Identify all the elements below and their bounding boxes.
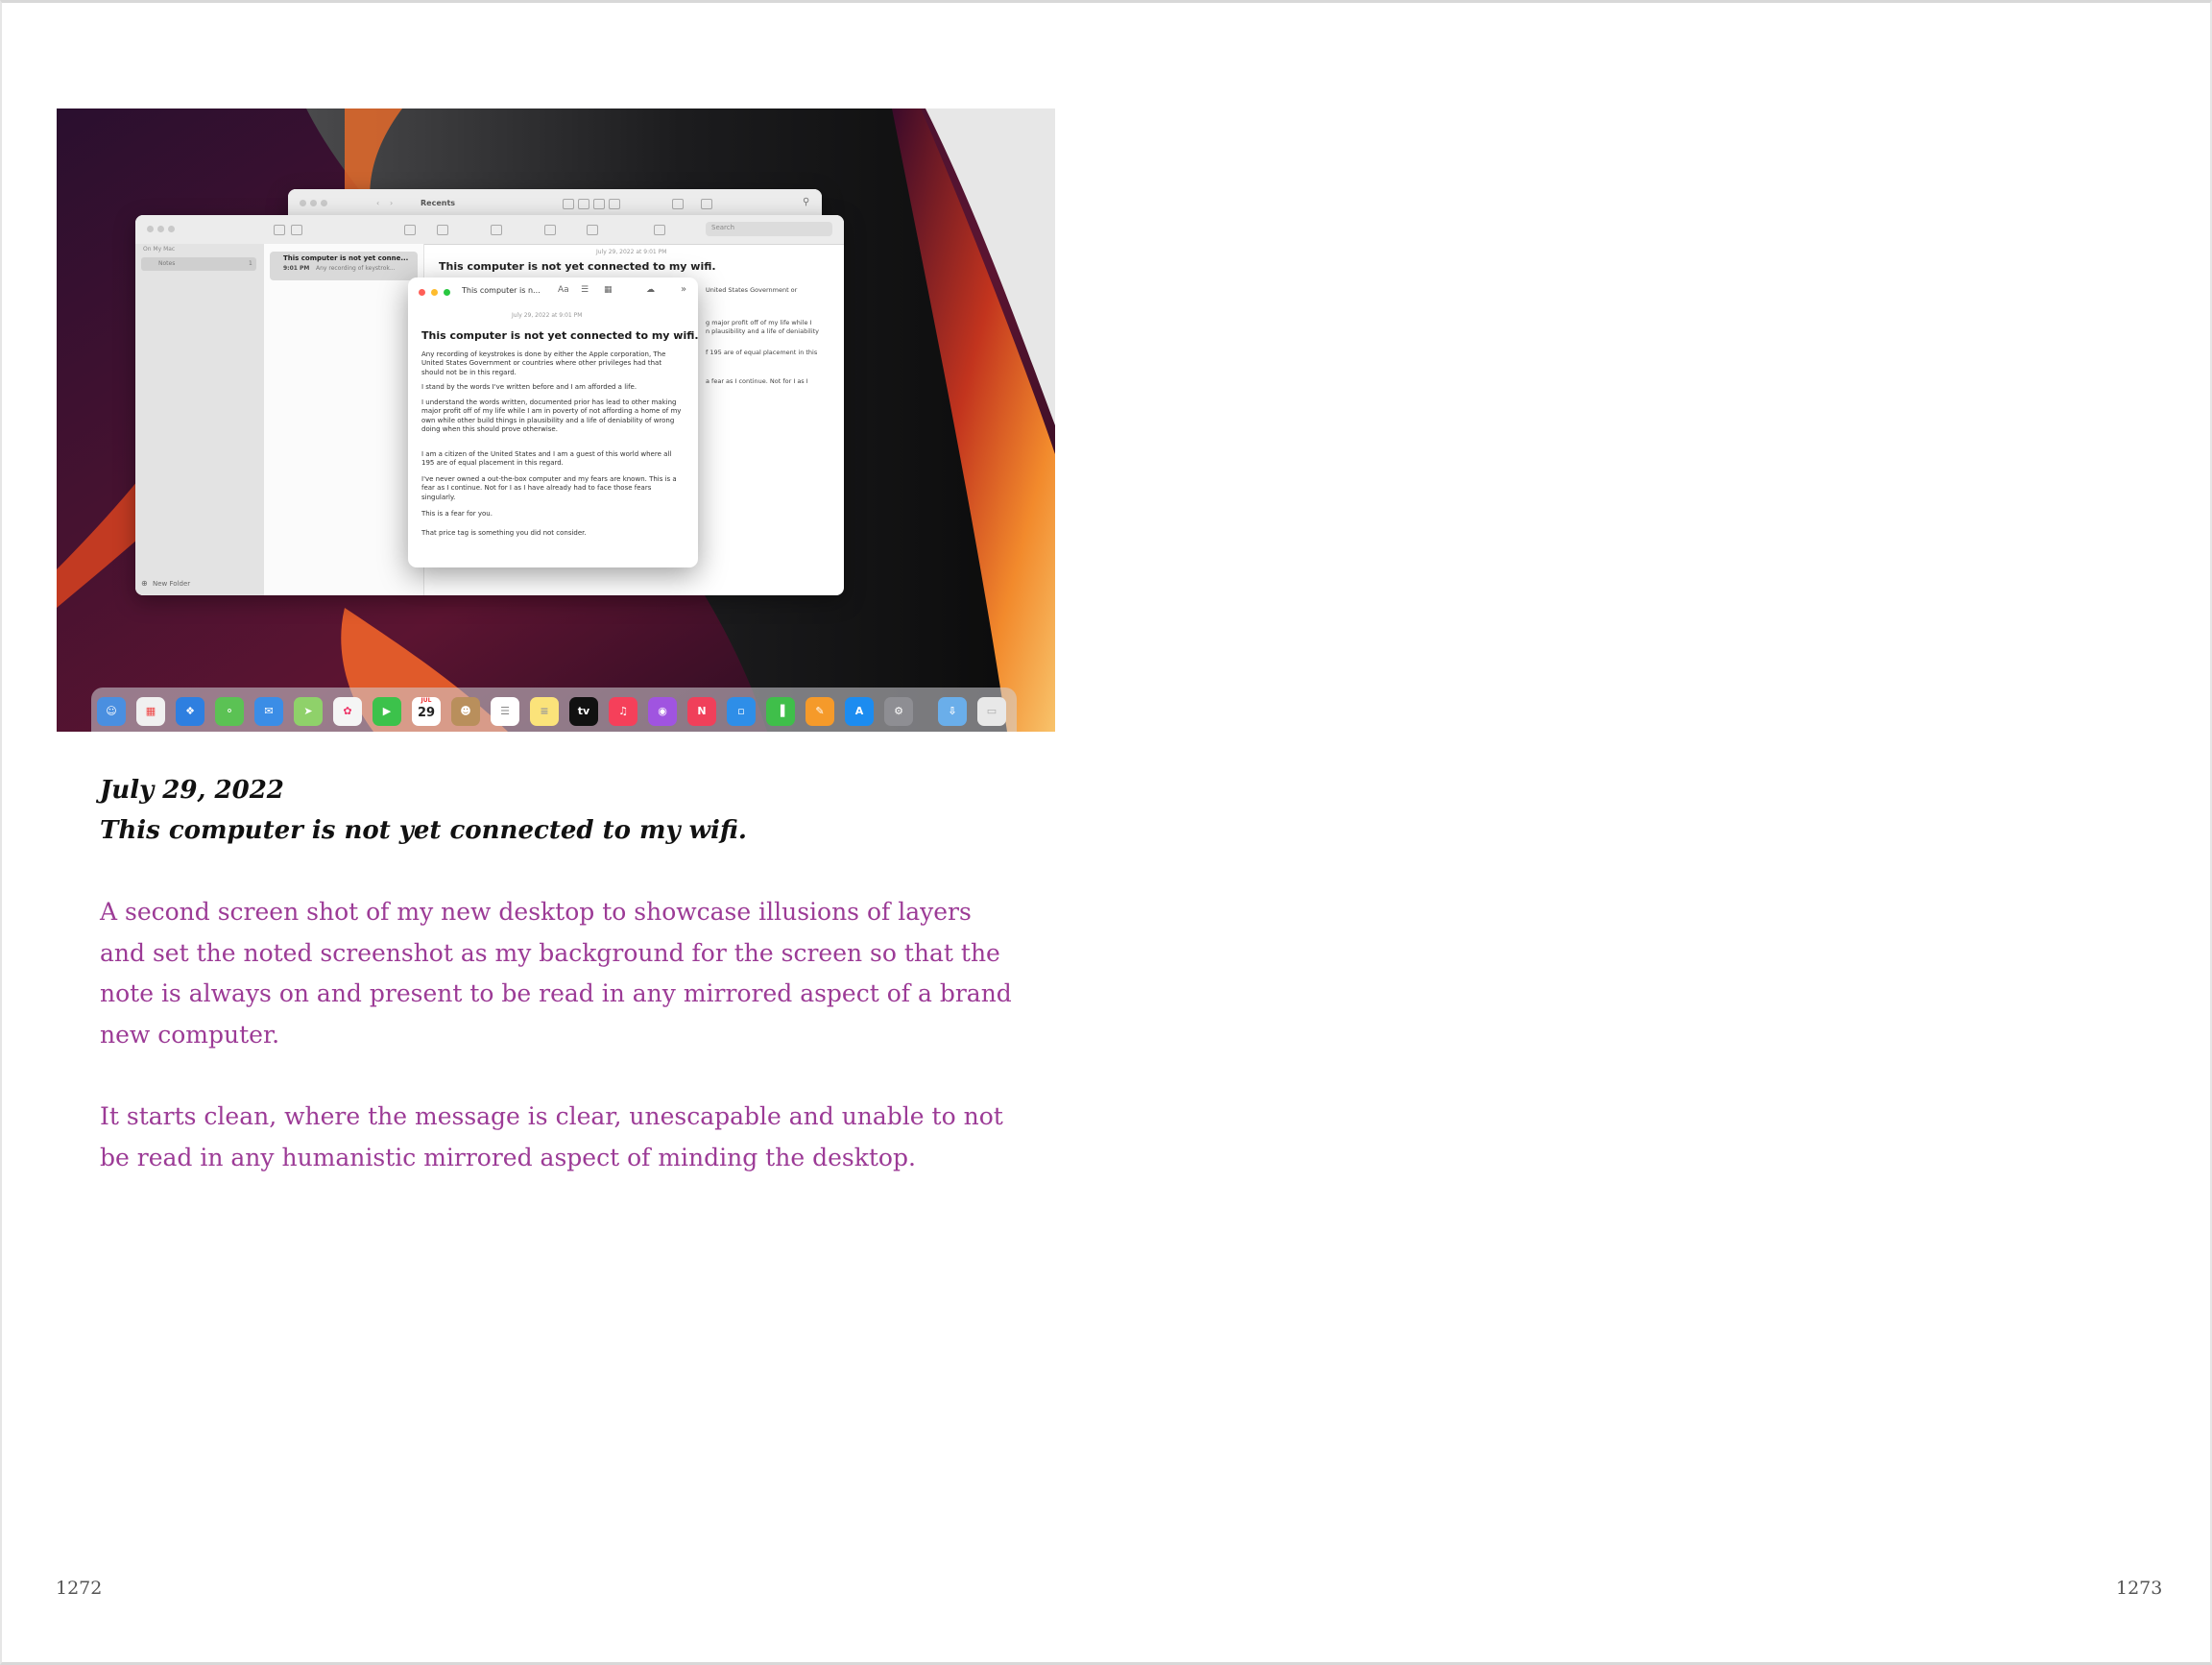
notes-search-placeholder: Search	[711, 224, 735, 231]
sidebar-item-notes[interactable]: Notes 1	[141, 257, 256, 271]
format-text-icon[interactable]: Aa	[558, 285, 569, 295]
more-chevron-icon[interactable]: »	[681, 284, 686, 295]
search-icon[interactable]: ⚲	[803, 197, 809, 207]
floating-note-window[interactable]: This computer is n... Aa ☰ ▦ ☁ » July 29…	[408, 278, 698, 567]
dock: ☺ ▦ ❖ ⚬ ✉ ➤ ✿ ▶ JUL 29 ☻ ☰ ≡ tv ♫ ◉ N ▫ …	[91, 688, 1017, 732]
compose-icon[interactable]	[437, 225, 448, 235]
checklist-icon[interactable]: ☰	[581, 285, 589, 295]
pages-icon[interactable]: ✎	[805, 697, 834, 726]
app-store-icon[interactable]: A	[845, 697, 874, 726]
popup-heading: This computer is not yet connected to my…	[421, 329, 698, 342]
trash-icon[interactable]	[404, 225, 416, 235]
forward-chevron-icon[interactable]: ›	[390, 199, 393, 207]
notes-sidebar: On My Mac Notes 1 New Folder ⊕	[135, 244, 264, 595]
caption-date: July 29, 2022	[100, 776, 284, 805]
note-title: This computer is not yet connected to my…	[439, 260, 716, 273]
icon-view-icon[interactable]	[563, 199, 574, 209]
downloads-folder-icon[interactable]: ⇩	[938, 697, 967, 726]
calendar-icon[interactable]: JUL 29	[412, 697, 441, 726]
note-list-item[interactable]: This computer is not yet conne... 9:01 P…	[270, 252, 418, 280]
notes-list: This computer is not yet conne... 9:01 P…	[264, 244, 424, 595]
photos-icon[interactable]: ✿	[333, 697, 362, 726]
reminders-icon[interactable]: ☰	[491, 697, 519, 726]
messages-icon[interactable]: ⚬	[215, 697, 244, 726]
media-icon[interactable]	[587, 225, 598, 235]
numbers-icon[interactable]: ▐	[766, 697, 795, 726]
tag-icon[interactable]	[701, 199, 712, 209]
launchpad-icon[interactable]: ▦	[136, 697, 165, 726]
keynote-icon[interactable]: ▫	[727, 697, 756, 726]
table-icon[interactable]: ▦	[604, 285, 613, 295]
gallery-toggle-icon[interactable]	[291, 225, 302, 235]
trash-icon[interactable]: ▭	[977, 697, 1006, 726]
column-view-icon[interactable]	[593, 199, 605, 209]
table-icon[interactable]	[544, 225, 556, 235]
safari-icon[interactable]: ❖	[176, 697, 204, 726]
popup-paragraph: I've never owned a out-the-box computer …	[421, 475, 677, 501]
format-icon[interactable]	[491, 225, 502, 235]
popup-paragraph: I stand by the words I've written before…	[421, 383, 637, 391]
list-view-icon[interactable]	[578, 199, 589, 209]
new-folder-button[interactable]: New Folder	[153, 580, 190, 588]
note-peek-line: g major profit off of my life while I	[706, 319, 812, 326]
popup-paragraph: Any recording of keystrokes is done by e…	[421, 350, 666, 376]
close-icon[interactable]	[419, 289, 425, 296]
note-peek-line: United States Government or	[706, 286, 798, 294]
notes-toolbar: Search	[135, 215, 844, 245]
caption-title: This computer is not yet connected to my…	[100, 816, 747, 845]
minimize-icon[interactable]	[431, 289, 438, 296]
add-circle-icon[interactable]: ⊕	[141, 579, 148, 588]
finder-title: Recents	[421, 199, 456, 207]
popup-paragraph: I am a citizen of the United States and …	[421, 450, 672, 468]
music-icon[interactable]: ♫	[609, 697, 637, 726]
note-peek-line: a fear as I continue. Not for I as I	[706, 377, 808, 385]
zoom-icon[interactable]	[444, 289, 450, 296]
facetime-icon[interactable]: ▶	[373, 697, 401, 726]
share-icon[interactable]	[672, 199, 684, 209]
popup-paragraph: This is a fear for you.	[421, 510, 493, 518]
sidebar-section-label: On My Mac	[143, 246, 176, 253]
note-date: July 29, 2022 at 9:01 PM	[596, 249, 667, 255]
sidebar-toggle-icon[interactable]	[274, 225, 285, 235]
gallery-view-icon[interactable]	[609, 199, 620, 209]
contacts-icon[interactable]: ☻	[451, 697, 480, 726]
tv-icon[interactable]: tv	[569, 697, 598, 726]
podcasts-icon[interactable]: ◉	[648, 697, 677, 726]
popup-date: July 29, 2022 at 9:01 PM	[512, 312, 583, 319]
body-paragraph-2: It starts clean, where the message is cl…	[100, 1102, 1003, 1171]
desktop-screenshot: ‹ › Recents ⚲ Search On My Mac Notes 1 N…	[57, 109, 1055, 732]
note-peek-line: f 195 are of equal placement in this	[706, 349, 818, 356]
finder-icon[interactable]: ☺	[97, 697, 126, 726]
lock-icon[interactable]	[654, 225, 665, 235]
notes-search-input[interactable]: Search	[706, 222, 832, 236]
popup-paragraph: I understand the words written, document…	[421, 398, 682, 434]
popup-paragraph: That price tag is something you did not …	[421, 529, 587, 537]
page-number-left: 1272	[56, 1578, 103, 1599]
collaborate-icon[interactable]: ☁	[646, 285, 655, 295]
system-preferences-icon[interactable]: ⚙	[884, 697, 913, 726]
body-paragraph-1: A second screen shot of my new desktop t…	[100, 898, 1012, 1049]
page-number-right: 1273	[2116, 1578, 2163, 1599]
note-peek-line: n plausibility and a life of deniability	[706, 327, 820, 335]
notes-icon[interactable]: ≡	[530, 697, 559, 726]
news-icon[interactable]: N	[687, 697, 716, 726]
mail-icon[interactable]: ✉	[254, 697, 283, 726]
book-spread: ‹ › Recents ⚲ Search On My Mac Notes 1 N…	[0, 0, 2212, 1665]
popup-title: This computer is n...	[462, 286, 541, 295]
maps-icon[interactable]: ➤	[294, 697, 323, 726]
back-chevron-icon[interactable]: ‹	[376, 199, 379, 207]
